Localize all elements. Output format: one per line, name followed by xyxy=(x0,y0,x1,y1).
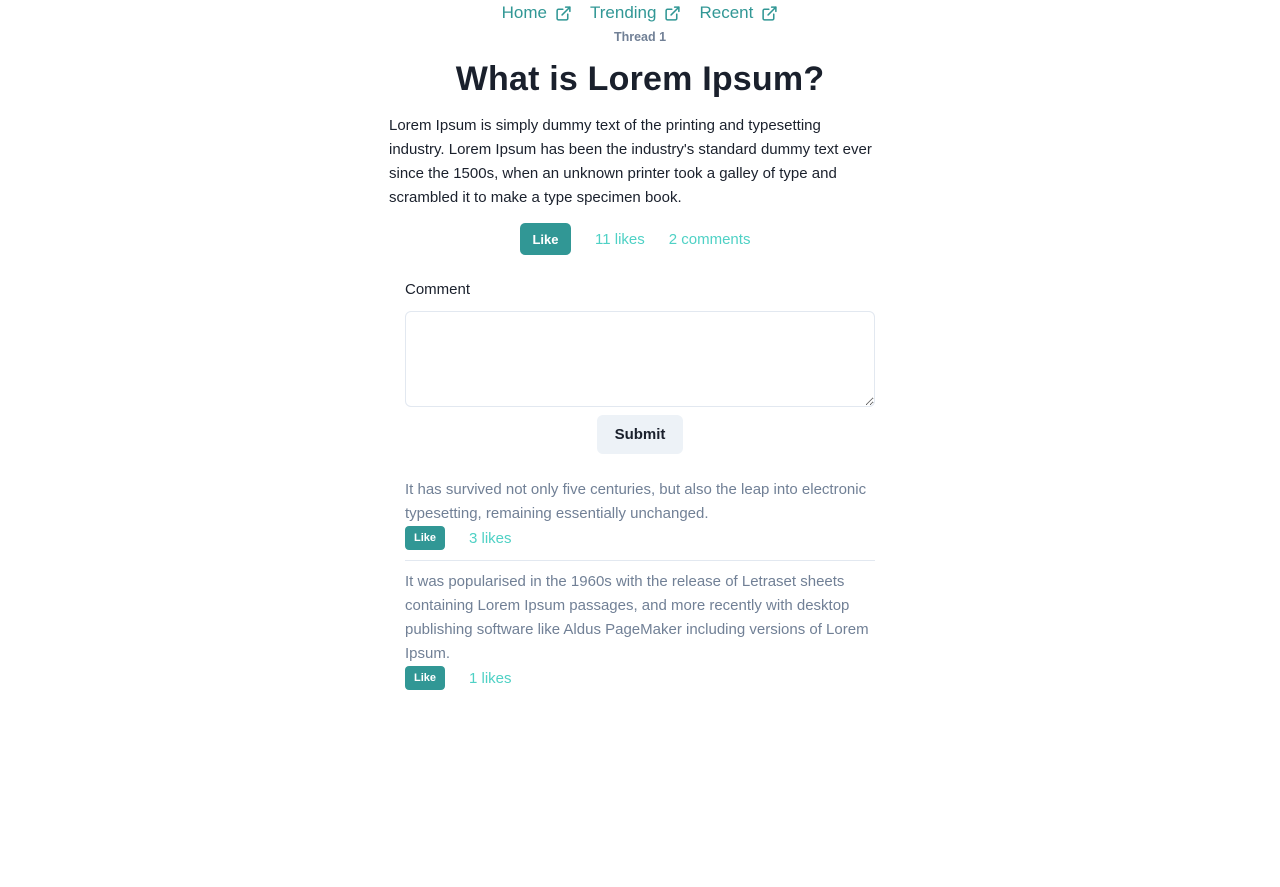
comments-count[interactable]: 2 comments xyxy=(669,231,751,248)
like-button[interactable]: Like xyxy=(520,223,571,255)
nav-link-label: Recent xyxy=(699,3,754,22)
thread-label: Thread 1 xyxy=(613,30,667,44)
nav-link-trending[interactable]: Trending xyxy=(590,0,681,26)
comment-label: Comment xyxy=(405,281,471,298)
comment-likes-count: 3 likes xyxy=(469,529,512,547)
comment-like-button[interactable]: Like xyxy=(405,666,445,690)
external-link-icon xyxy=(664,5,681,22)
page-title: What is Lorem Ipsum? xyxy=(455,60,825,98)
comment-text: It was popularised in the 1960s with the… xyxy=(405,573,869,662)
nav-link-recent[interactable]: Recent xyxy=(699,0,778,26)
comment-actions: Like 3 likes xyxy=(405,526,875,550)
comment-item: It has survived not only five centuries,… xyxy=(405,478,875,560)
nav-link-home[interactable]: Home xyxy=(502,0,572,26)
nav-link-label: Home xyxy=(501,3,547,22)
thread-actions: Like 11 likes 2 comments xyxy=(520,223,750,255)
likes-count[interactable]: 11 likes xyxy=(595,231,645,248)
top-nav: Home Trending Recent xyxy=(0,0,1280,26)
comment-actions: Like 1 likes xyxy=(405,666,875,690)
comment-input[interactable] xyxy=(405,311,875,407)
comment-like-button[interactable]: Like xyxy=(405,526,445,550)
external-link-icon xyxy=(761,5,778,22)
comment-item: It was popularised in the 1960s with the… xyxy=(405,560,875,700)
nav-link-label: Trending xyxy=(590,3,657,22)
comment-text: It has survived not only five centuries,… xyxy=(405,481,867,522)
external-link-icon xyxy=(555,5,572,22)
comment-list: It has survived not only five centuries,… xyxy=(405,478,875,700)
thread-body: Lorem Ipsum is simply dummy text of the … xyxy=(389,117,872,206)
submit-button[interactable]: Submit xyxy=(597,415,683,454)
comment-likes-count: 1 likes xyxy=(469,669,512,687)
